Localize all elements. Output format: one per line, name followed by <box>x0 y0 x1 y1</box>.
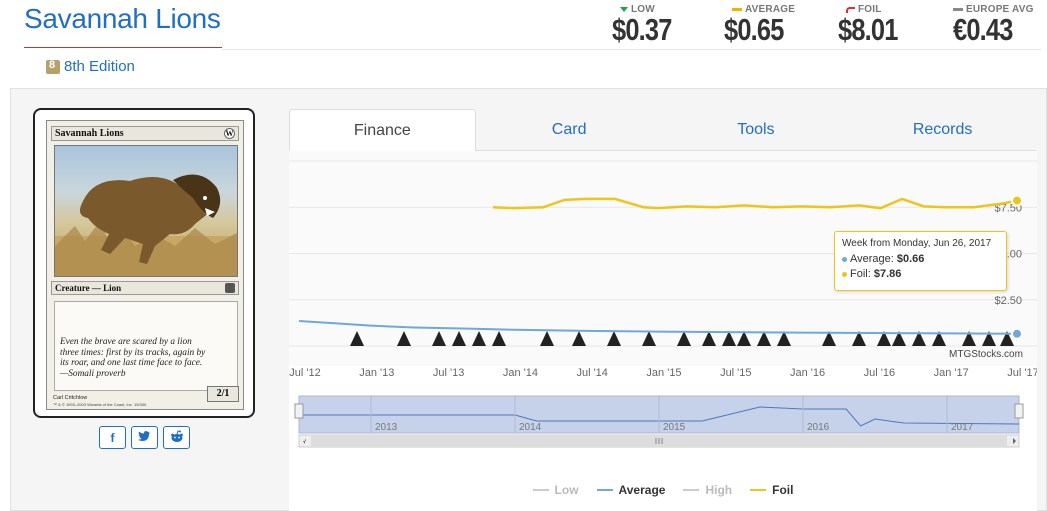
price-value: $0.65 <box>724 12 784 47</box>
price-foil: FOIL $8.01 <box>838 2 953 48</box>
navigator-label: 2014 <box>519 422 542 433</box>
legend-swatch <box>683 489 700 491</box>
card-text-box: Even the brave are scared by a lion thre… <box>54 301 238 391</box>
tooltip-average-value: $0.66 <box>896 253 925 265</box>
page-title: Savannah Lions <box>24 3 221 34</box>
tooltip-foil-value: $7.86 <box>873 268 902 280</box>
page: Savannah Lions 8th Edition LOW$0.37AVERA… <box>0 0 1047 511</box>
tab-finance[interactable]: Finance <box>289 109 476 152</box>
tooltip-foil-row: Foil: $7.86 <box>842 267 999 282</box>
navigator-label: 2016 <box>807 422 830 433</box>
flavor-line: —Somali proverb <box>60 368 126 379</box>
price-chart-svg: $2.505.00$7.50Jul '12 Jan '13 Jul '13 Jan '… <box>289 151 1037 448</box>
legend-label: Low <box>554 483 579 497</box>
title-underline <box>24 47 222 48</box>
flavor-line: its roar, and one last time face to face… <box>60 358 203 368</box>
x-tick-label: Jan '14 <box>503 367 538 379</box>
set-link[interactable]: 8th Edition <box>46 58 135 75</box>
dash-icon <box>953 8 963 11</box>
chart-legend: Low Average High Foil <box>289 483 1037 497</box>
legend-swatch <box>532 489 549 491</box>
set-symbol-icon <box>225 283 235 293</box>
card-name-bar: Savannah Lions W <box>51 126 239 141</box>
tab-tools[interactable]: Tools <box>663 109 850 151</box>
x-tick-label: Jul '12 <box>289 367 320 379</box>
reddit-share-button[interactable] <box>163 426 190 449</box>
legend-item-average[interactable]: Average <box>596 483 666 497</box>
share-buttons: f <box>99 426 190 449</box>
navigator-label: 2013 <box>375 422 398 433</box>
legend-label: Average <box>618 483 666 497</box>
price-average: AVERAGE $0.65 <box>724 2 838 48</box>
price-europe-avg: EUROPE AVG €0.43 <box>953 2 1033 48</box>
facebook-share-button[interactable]: f <box>99 426 126 449</box>
legend-swatch <box>750 489 767 491</box>
tooltip-average-row: Average: $0.66 <box>842 252 999 267</box>
flavor-line: three times: first by its tracks, again … <box>60 347 206 358</box>
series-point-average <box>1011 327 1023 340</box>
legend-item-foil[interactable]: Foil <box>750 483 793 497</box>
card-image[interactable]: Savannah Lions W Creature — Lion Even th… <box>33 108 255 418</box>
card-name-text: Savannah Lions <box>55 128 124 139</box>
price-summary: LOW $0.37 AVERAGE $0.65 FOIL $8.01 EUROPE AVG €… <box>612 2 1033 48</box>
navigator-label: 2017 <box>951 422 974 433</box>
average-dot-icon <box>842 256 847 262</box>
navigator-label: 2015 <box>663 422 686 433</box>
price-chart[interactable]: $2.50 5.00 $7.50 Jul '12 Jan '13 Jul '13 Jan '… <box>289 151 1037 511</box>
reddit-icon <box>170 429 184 446</box>
x-tick-label: Jan '17 <box>934 367 969 379</box>
y-tick-label: $2.50 <box>994 295 1022 307</box>
x-tick-label: Jul '14 <box>576 367 607 379</box>
dash-icon <box>732 8 742 11</box>
x-tick-label: Jul '15 <box>720 367 751 379</box>
x-tick-label: Jan '16 <box>790 367 825 379</box>
card-type-bar: Creature — Lion <box>51 281 239 295</box>
card-face: Savannah Lions W Creature — Lion Even th… <box>46 120 244 410</box>
tooltip-header: Week from Monday, Jun 26, 2017 <box>842 238 992 249</box>
x-tick-label: Jul '16 <box>864 367 895 379</box>
x-tick-label: Jan '15 <box>646 367 681 379</box>
legend-label: High <box>705 483 733 497</box>
set-icon <box>46 59 60 74</box>
tooltip-average-label: Average: <box>850 253 894 265</box>
chart-tooltip: Week from Monday, Jun 26, 2017 Average: … <box>834 231 1007 291</box>
lion-illustration <box>54 145 238 277</box>
card-type-text: Creature — Lion <box>55 283 122 293</box>
power-toughness: 2/1 <box>207 386 239 402</box>
legend-item-low[interactable]: Low <box>532 483 579 497</box>
flavor-line: Even the brave are scared by a lion <box>60 337 192 347</box>
legend-label: Foil <box>772 483 794 497</box>
price-low: LOW $0.37 <box>612 2 724 48</box>
tab-card[interactable]: Card <box>476 109 663 151</box>
set-name: 8th Edition <box>64 58 135 75</box>
foil-dot-icon <box>842 271 847 277</box>
tab-records[interactable]: Records <box>849 109 1036 151</box>
chart-watermark: MTGStocks.com <box>949 349 1023 360</box>
navigator-handle-left <box>294 403 304 419</box>
x-tick-label: Jul '13 <box>433 367 464 379</box>
tab-bar: Finance Card Tools Records <box>289 109 1036 152</box>
price-value: €0.43 <box>953 12 1013 47</box>
price-value: $8.01 <box>838 12 898 47</box>
header-divider <box>222 49 1041 50</box>
white-mana-icon: W <box>224 128 235 139</box>
facebook-icon: f <box>110 430 115 445</box>
legend-swatch <box>596 489 613 491</box>
x-tick-label: Jul '17 <box>1007 367 1037 379</box>
x-tick-label: Jan '13 <box>359 367 394 379</box>
main-panel: Savannah Lions W Creature — Lion Even th… <box>10 88 1047 511</box>
tooltip-foil-label: Foil: <box>850 268 871 280</box>
artist-credit: Carl Critchlow <box>53 395 88 401</box>
series-point-foil <box>1011 194 1023 207</box>
twitter-share-button[interactable] <box>131 426 158 449</box>
price-value: $0.37 <box>612 12 672 47</box>
twitter-icon <box>138 430 151 445</box>
copyright-line: ™ & © 1993–2003 Wizards of the Coast, In… <box>53 402 147 407</box>
legend-item-high[interactable]: High <box>683 483 732 497</box>
navigator-handle-right <box>1014 403 1024 419</box>
